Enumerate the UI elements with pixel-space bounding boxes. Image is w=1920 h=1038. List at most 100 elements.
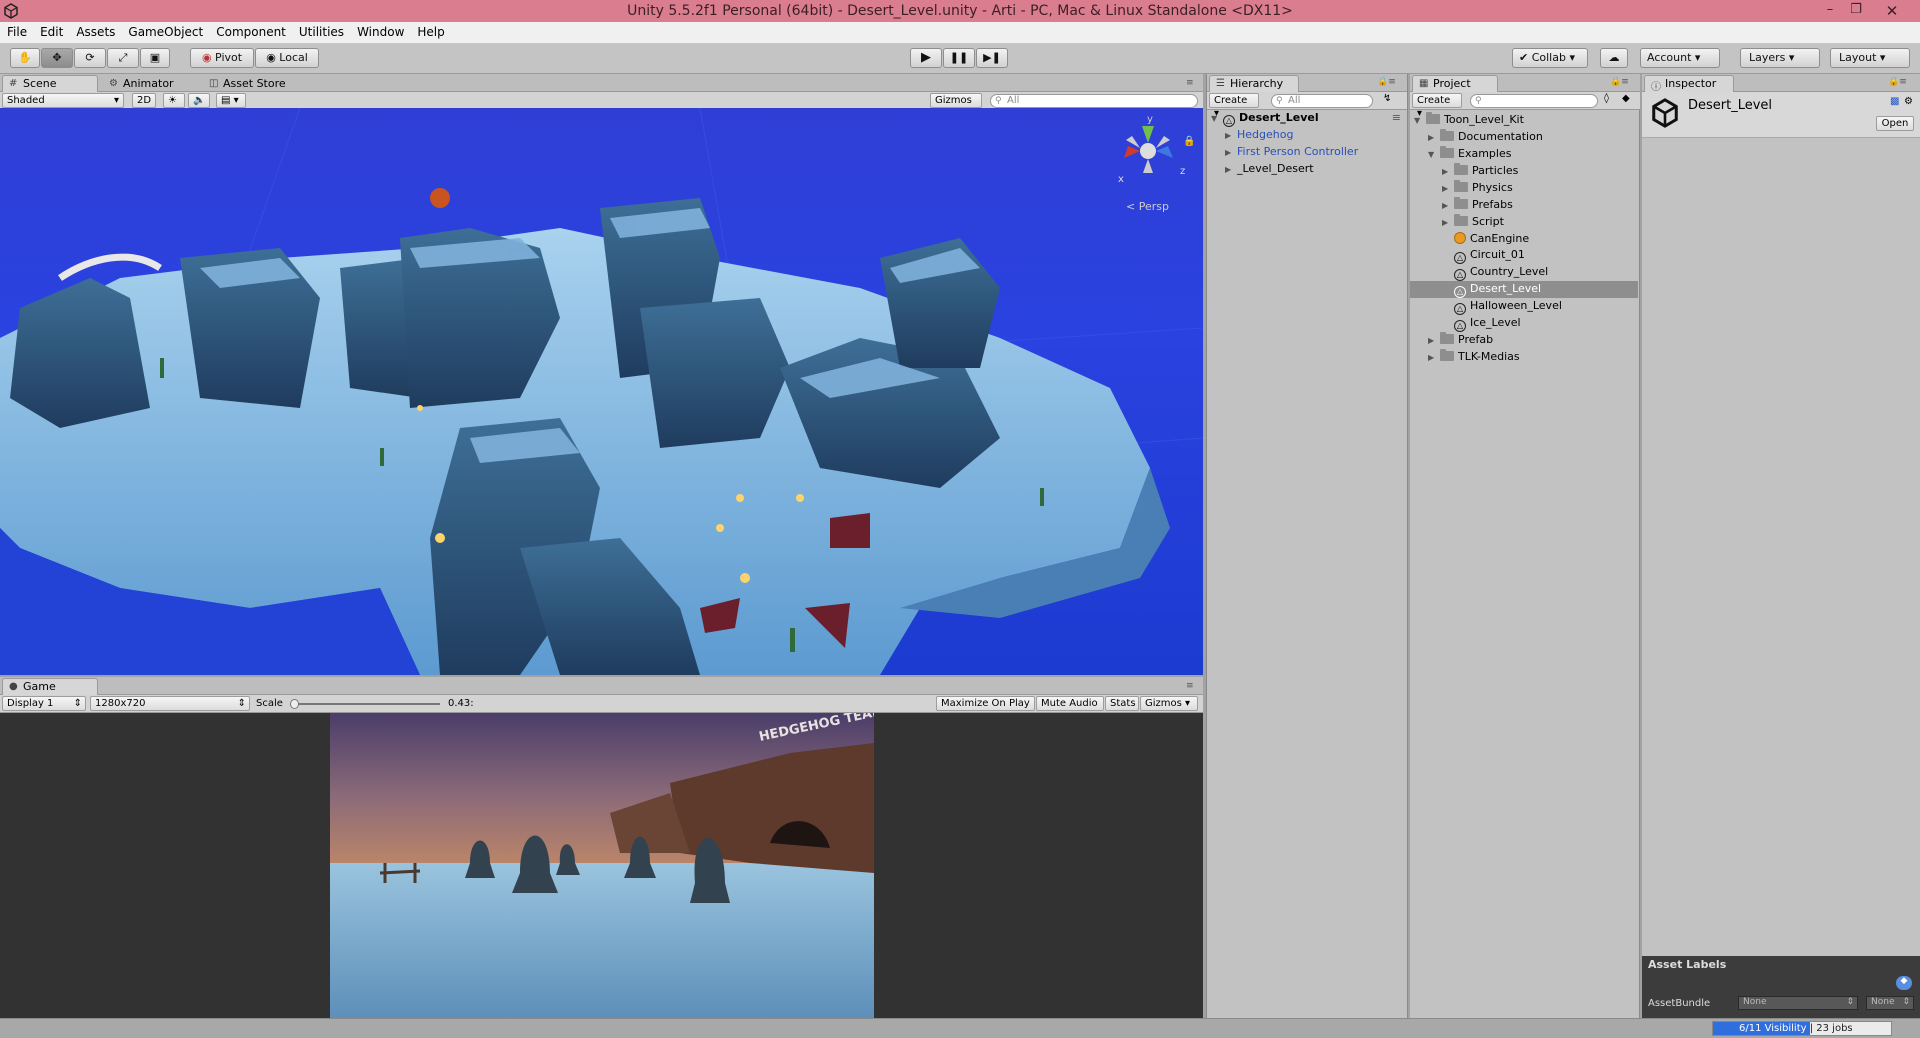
maximize-on-play-toggle[interactable]: Maximize On Play: [936, 696, 1035, 711]
project-folder-root[interactable]: ▼ Toon_Level_Kit: [1410, 112, 1638, 129]
persp-label[interactable]: < Persp: [1126, 200, 1169, 213]
move-tool-button[interactable]: ✥: [41, 48, 73, 68]
scene-menu-icon[interactable]: ≡: [1392, 110, 1401, 126]
project-folder-documentation[interactable]: ▶ Documentation: [1410, 129, 1638, 146]
collapsed-arrow-icon[interactable]: ▶: [1428, 350, 1440, 366]
hierarchy-lock-icon[interactable]: 🔒≡: [1377, 77, 1396, 87]
cloud-button[interactable]: ☁: [1600, 48, 1628, 68]
effects-dropdown[interactable]: ▤ ▾: [216, 93, 246, 108]
tab-project[interactable]: ▦ Project: [1412, 75, 1498, 92]
project-folder-prefab[interactable]: ▶ Prefab: [1410, 332, 1638, 349]
open-button[interactable]: Open: [1876, 116, 1914, 131]
layers-dropdown[interactable]: Layers ▾: [1740, 48, 1820, 68]
collapsed-arrow-icon[interactable]: ▶: [1442, 181, 1454, 197]
asset-variant-dropdown[interactable]: None ⇕: [1866, 996, 1914, 1010]
collapsed-arrow-icon[interactable]: ▶: [1225, 145, 1237, 161]
hierarchy-item-level-desert[interactable]: ▶ _Level_Desert: [1211, 161, 1405, 178]
restore-icon[interactable]: ❐: [1846, 2, 1866, 17]
filter-type-icon[interactable]: ◊: [1604, 93, 1609, 104]
orientation-gizmo[interactable]: [1118, 118, 1178, 188]
project-asset-ice-level[interactable]: △ Ice_Level: [1410, 315, 1638, 332]
menu-window[interactable]: Window: [350, 22, 410, 39]
menu-utilities[interactable]: Utilities: [292, 22, 350, 39]
menu-assets[interactable]: Assets: [69, 22, 121, 39]
audio-toggle[interactable]: 🔈: [188, 93, 210, 108]
collapsed-arrow-icon[interactable]: ▶: [1442, 215, 1454, 231]
project-asset-country-level[interactable]: △ Country_Level: [1410, 264, 1638, 281]
account-dropdown[interactable]: Account ▾: [1640, 48, 1720, 68]
layout-dropdown[interactable]: Layout ▾: [1830, 48, 1910, 68]
minimize-icon[interactable]: –: [1820, 2, 1840, 17]
rotate-tool-button[interactable]: ⟳: [74, 48, 106, 68]
menu-component[interactable]: Component: [209, 22, 292, 39]
collapsed-arrow-icon[interactable]: ▶: [1225, 162, 1237, 178]
project-folder-examples[interactable]: ▼ Examples: [1410, 146, 1638, 163]
project-folder-physics[interactable]: ▶ Physics: [1410, 180, 1638, 197]
label-tag-icon[interactable]: ◆: [1896, 976, 1912, 990]
project-folder-script[interactable]: ▶ Script: [1410, 214, 1638, 231]
project-asset-circuit-01[interactable]: △ Circuit_01: [1410, 247, 1638, 264]
game-gizmos-dropdown[interactable]: Gizmos ▾: [1140, 696, 1198, 711]
settings-gear-icon[interactable]: ⚙: [1904, 96, 1913, 107]
collapsed-arrow-icon[interactable]: ▶: [1442, 164, 1454, 180]
inspector-lock-icon[interactable]: 🔒≡: [1888, 77, 1907, 87]
shading-dropdown[interactable]: Shaded ▾: [2, 93, 124, 108]
display-dropdown[interactable]: Display 1 ⇕: [2, 696, 86, 711]
menu-gameobject[interactable]: GameObject: [121, 22, 209, 39]
hand-tool-button[interactable]: ✋: [10, 48, 40, 68]
project-asset-canengine[interactable]: CanEngine: [1410, 231, 1638, 247]
hierarchy-search-input[interactable]: ⚲ All: [1271, 94, 1373, 108]
expand-icon[interactable]: ▼: [1211, 111, 1223, 127]
stats-toggle[interactable]: Stats: [1105, 696, 1139, 711]
asset-bundle-dropdown[interactable]: None ⇕: [1738, 996, 1858, 1010]
step-button[interactable]: ▶❚: [976, 48, 1008, 68]
project-folder-tlk-medias[interactable]: ▶ TLK-Medias: [1410, 349, 1638, 366]
scene-view[interactable]: y 🔒 z x < Persp: [0, 108, 1203, 675]
menu-edit[interactable]: Edit: [33, 22, 69, 39]
project-create-dropdown[interactable]: Create ▾: [1412, 93, 1462, 119]
rect-tool-button[interactable]: ▣: [140, 48, 170, 68]
pivot-toggle[interactable]: ◉ Pivot: [190, 48, 254, 68]
lock-icon[interactable]: 🔒: [1183, 136, 1195, 147]
project-search-input[interactable]: ⚲: [1470, 94, 1598, 108]
project-folder-particles[interactable]: ▶ Particles: [1410, 163, 1638, 180]
scale-slider[interactable]: [290, 699, 440, 709]
help-icon[interactable]: ▩: [1890, 96, 1899, 107]
toggle-2d-button[interactable]: 2D: [132, 93, 156, 108]
pause-button[interactable]: ❚❚: [943, 48, 975, 68]
scale-slider-thumb[interactable]: [290, 699, 299, 709]
collapsed-arrow-icon[interactable]: ▶: [1225, 128, 1237, 144]
tab-asset-store[interactable]: ◫ Asset Store: [202, 75, 293, 92]
collapsed-arrow-icon[interactable]: ▶: [1428, 333, 1440, 349]
project-lock-icon[interactable]: 🔒≡: [1610, 77, 1629, 87]
tab-hierarchy[interactable]: ☰ Hierarchy: [1209, 75, 1299, 92]
collapsed-arrow-icon[interactable]: ▶: [1428, 130, 1440, 146]
game-panel-menu-icon[interactable]: ≡: [1186, 681, 1194, 691]
hierarchy-create-dropdown[interactable]: Create ▾: [1209, 93, 1259, 119]
project-asset-desert-level[interactable]: △ Desert_Level: [1410, 281, 1638, 298]
scale-tool-button[interactable]: ⤢: [107, 48, 139, 68]
scene-search-input[interactable]: ⚲ All: [990, 94, 1198, 108]
panel-menu-icon[interactable]: ≡: [1186, 78, 1194, 88]
close-icon[interactable]: ✕: [1882, 2, 1902, 20]
expand-icon[interactable]: ▼: [1414, 113, 1426, 129]
collapsed-arrow-icon[interactable]: ▶: [1442, 198, 1454, 214]
tab-scene[interactable]: # Scene: [2, 75, 98, 92]
project-asset-halloween-level[interactable]: △ Halloween_Level: [1410, 298, 1638, 315]
hierarchy-scene-row[interactable]: ▼ △ Desert_Level ≡: [1211, 110, 1405, 127]
hierarchy-item-hedgehog[interactable]: ▶ Hedgehog: [1211, 127, 1405, 144]
project-folder-prefabs[interactable]: ▶ Prefabs: [1410, 197, 1638, 214]
mute-audio-toggle[interactable]: Mute Audio: [1036, 696, 1104, 711]
local-toggle[interactable]: ◉ Local: [255, 48, 319, 68]
game-view[interactable]: HEDGEHOG TEAM: [0, 713, 1203, 1018]
expand-icon[interactable]: ▼: [1428, 147, 1440, 163]
menu-help[interactable]: Help: [410, 22, 450, 39]
lighting-toggle[interactable]: ☀: [163, 93, 185, 108]
play-button[interactable]: ▶: [910, 48, 942, 68]
hierarchy-filter-icon[interactable]: ↯: [1383, 93, 1391, 104]
tab-animator[interactable]: ⚙ Animator: [102, 75, 181, 92]
tab-inspector[interactable]: ⓘ Inspector: [1644, 75, 1734, 93]
resolution-dropdown[interactable]: 1280x720 ⇕: [90, 696, 250, 711]
filter-label-icon[interactable]: ◆: [1622, 93, 1630, 104]
menu-file[interactable]: File: [0, 22, 33, 39]
